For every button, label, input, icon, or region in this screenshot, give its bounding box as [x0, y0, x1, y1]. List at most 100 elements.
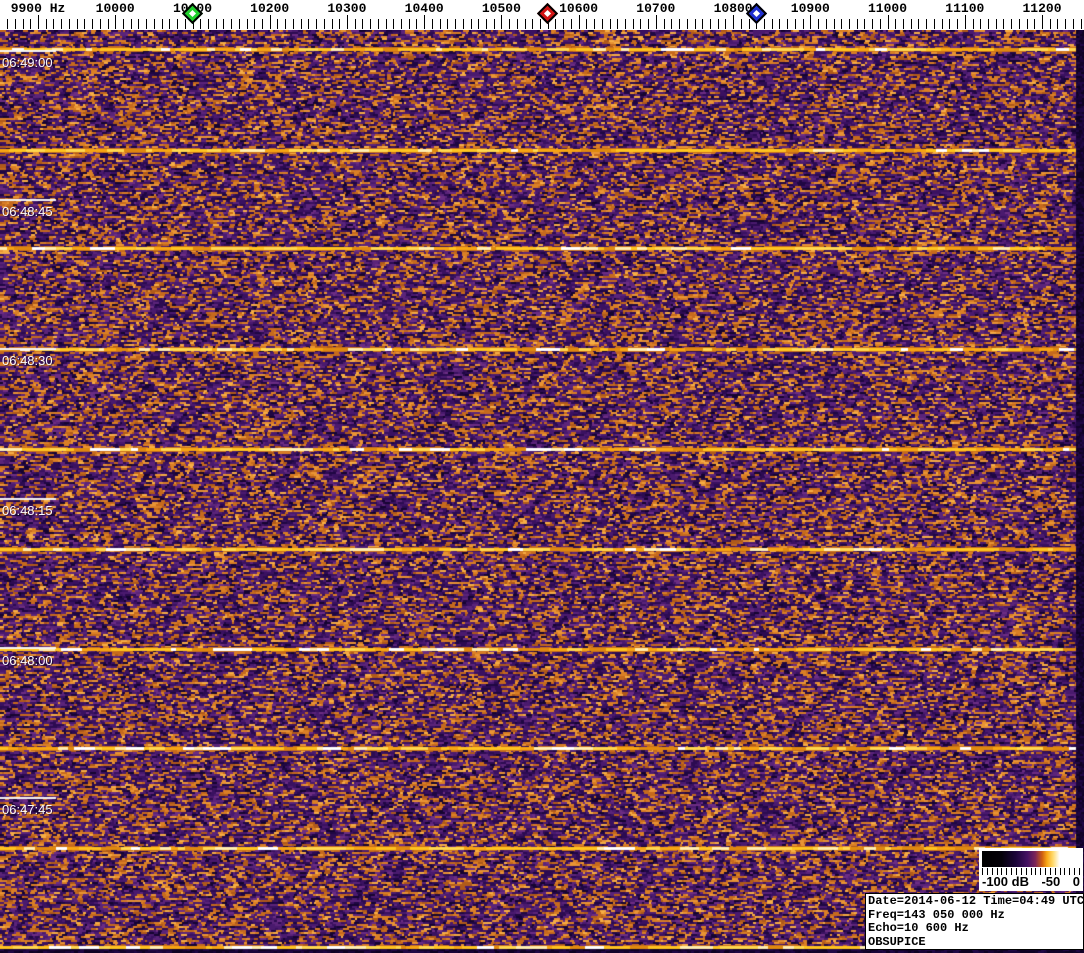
spectrogram-app-window: 9900 Hz100001010010200103001040010500106… — [0, 0, 1084, 953]
time-label: 06:48:15 — [2, 503, 53, 518]
freq-tick — [1011, 19, 1013, 29]
freq-tick — [285, 19, 287, 29]
freq-tick — [161, 19, 163, 29]
freq-tick — [563, 19, 565, 29]
freq-tick — [802, 19, 804, 29]
freq-tick — [825, 19, 827, 29]
freq-tick — [408, 19, 410, 29]
freq-tick — [354, 19, 356, 29]
freq-tick — [648, 19, 650, 29]
freq-tick — [231, 19, 233, 29]
freq-tick — [45, 19, 47, 29]
freq-tick-label: 10500 — [481, 1, 521, 16]
freq-tick — [941, 19, 943, 29]
freq-tick — [972, 19, 974, 29]
freq-tick — [833, 19, 835, 29]
info-line-freq: Freq=143 050 000 Hz — [868, 907, 1005, 922]
freq-tick — [215, 19, 217, 29]
freq-tick — [1072, 19, 1074, 29]
freq-tick — [872, 19, 874, 29]
freq-tick — [123, 19, 124, 29]
colorbar-gradient — [982, 851, 1079, 867]
freq-tick — [254, 19, 256, 29]
freq-tick — [632, 19, 634, 29]
marker-center-dot — [188, 9, 197, 18]
freq-tick — [570, 19, 572, 29]
freq-tick — [640, 19, 642, 29]
freq-tick — [717, 19, 719, 29]
freq-tick — [709, 19, 711, 29]
marker-center-dot — [544, 9, 552, 18]
freq-tick — [76, 19, 78, 29]
freq-tick — [601, 19, 603, 29]
freq-tick-label: 10000 — [95, 1, 135, 16]
freq-tick — [447, 19, 449, 29]
freq-tick — [478, 19, 480, 29]
freq-tick — [300, 19, 302, 29]
freq-tick — [1042, 15, 1043, 29]
info-line-station: OBSUPICE — [868, 934, 926, 949]
freq-tick — [331, 19, 333, 29]
spectrogram-canvas — [0, 30, 1084, 953]
freq-tick — [38, 15, 39, 29]
freq-tick — [555, 19, 557, 29]
info-line-echo: Echo=10 600 Hz — [868, 921, 969, 935]
freq-tick — [470, 19, 472, 29]
marker-center-dot — [752, 9, 760, 18]
freq-tick — [910, 19, 912, 29]
freq-tick — [177, 19, 178, 29]
freq-tick — [14, 19, 16, 29]
freq-tick — [393, 19, 395, 29]
colorbar-tick — [1069, 868, 1071, 875]
colorbar-label-max: 0 — [1072, 874, 1080, 889]
freq-tick — [1049, 19, 1051, 29]
freq-tick — [238, 19, 240, 29]
freq-tick — [524, 19, 526, 29]
freq-tick — [339, 19, 341, 29]
colorbar-tick — [1064, 868, 1066, 875]
freq-tick — [7, 19, 9, 29]
colorbar-tick — [1035, 868, 1037, 875]
freq-tick — [987, 19, 989, 29]
freq-tick — [856, 19, 858, 29]
freq-tick — [462, 19, 464, 29]
freq-tick — [578, 15, 580, 29]
freq-tick — [146, 19, 148, 29]
freq-tick — [153, 19, 155, 29]
freq-tick — [848, 19, 850, 29]
freq-tick — [362, 19, 364, 29]
freq-tick — [594, 19, 596, 29]
freq-tick — [679, 19, 680, 29]
freq-tick — [416, 19, 418, 29]
freq-tick — [879, 19, 881, 29]
freq-tick-label: 11200 — [1022, 1, 1062, 16]
freq-tick — [725, 19, 727, 29]
freq-tick — [609, 19, 611, 29]
freq-tick — [903, 19, 904, 29]
freq-tick — [493, 19, 495, 29]
freq-tick — [439, 19, 441, 29]
freq-tick — [385, 19, 387, 29]
time-label: 06:48:30 — [2, 353, 53, 368]
freq-tick — [787, 19, 789, 29]
freq-tick-label: 9900 Hz — [10, 1, 66, 16]
colorbar-label-min: -100 dB — [982, 874, 1029, 889]
freq-tick — [99, 19, 101, 29]
freq-tick — [455, 19, 456, 29]
freq-tick-label: 11100 — [945, 1, 985, 16]
freq-tick — [733, 15, 735, 29]
freq-tick — [485, 19, 487, 29]
freq-tick — [655, 15, 657, 29]
freq-tick — [277, 19, 279, 29]
freq-tick — [617, 19, 619, 29]
freq-tick — [1018, 19, 1020, 29]
freq-tick-label: 10900 — [790, 1, 830, 16]
freq-tick — [532, 19, 534, 29]
freq-tick — [22, 19, 24, 29]
freq-tick — [764, 19, 765, 29]
freq-tick — [686, 19, 688, 29]
colorbar-label-mid: -50 — [1041, 874, 1061, 889]
freq-tick-label: 10400 — [404, 1, 444, 16]
freq-tick — [269, 15, 271, 29]
freq-tick — [810, 15, 812, 29]
